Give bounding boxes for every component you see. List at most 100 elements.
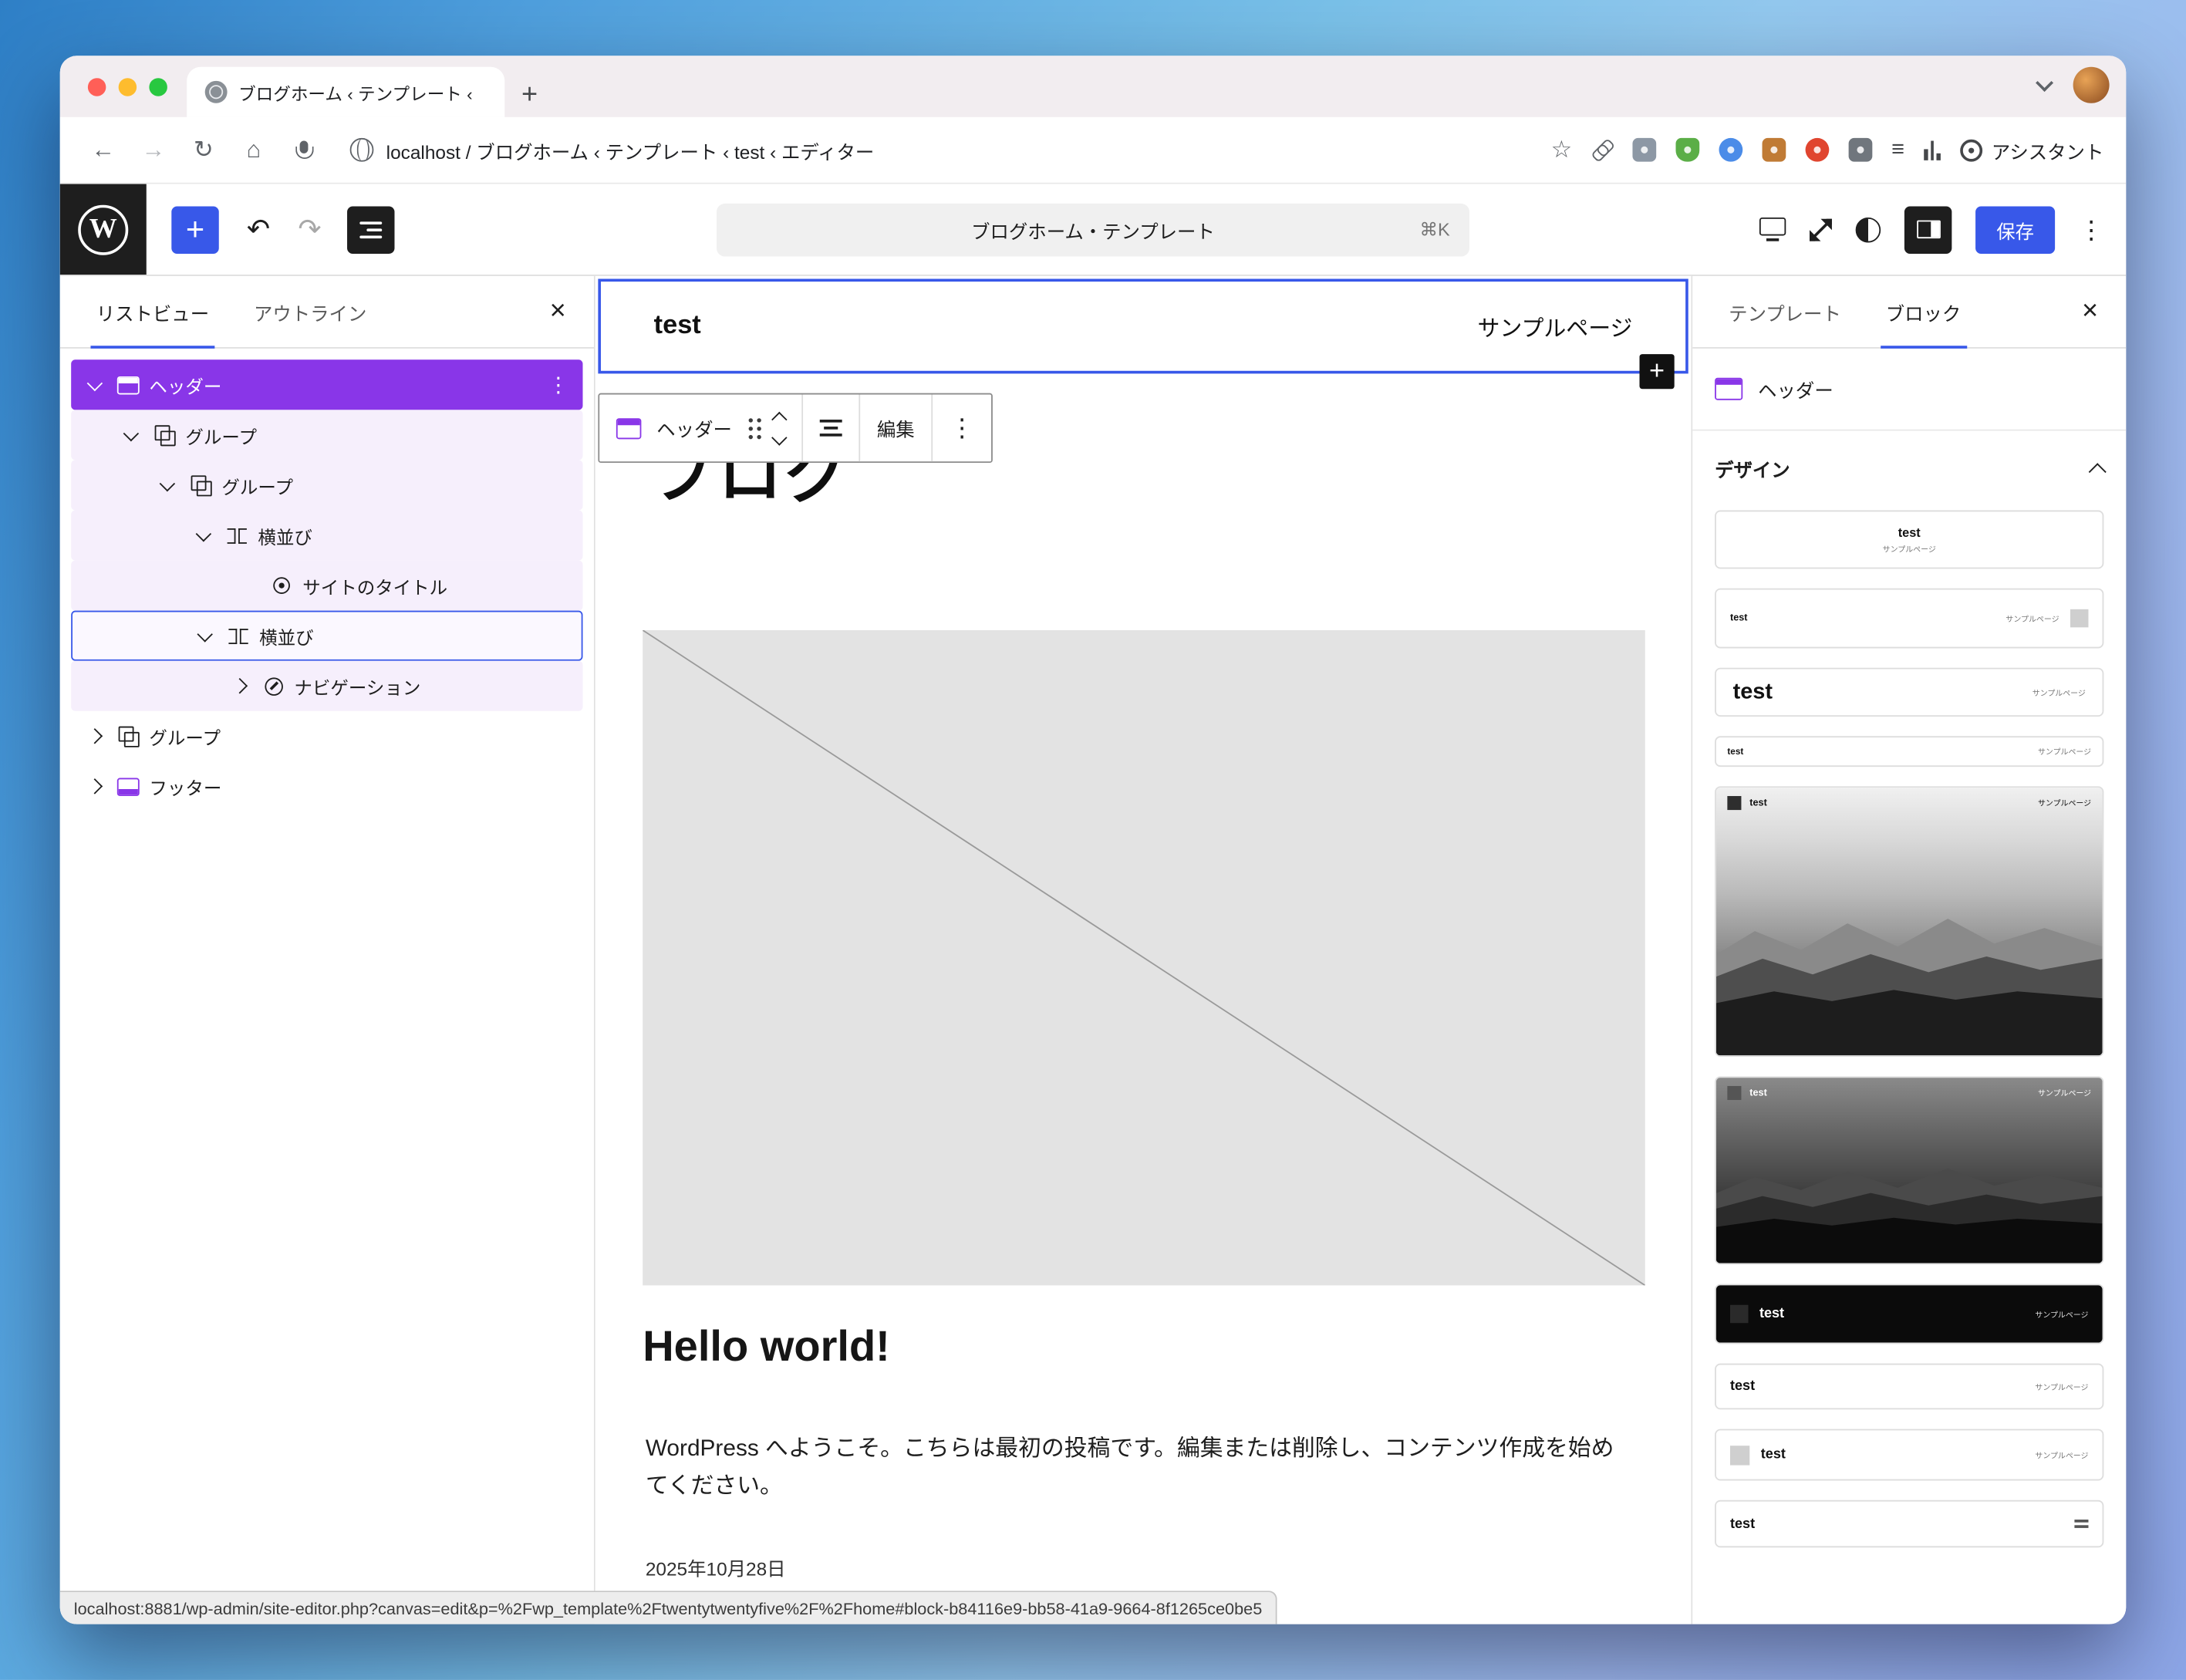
header-block-icon[interactable]: [616, 417, 642, 439]
save-button[interactable]: 保存: [1975, 205, 2056, 254]
editor-canvas: test サンプルページ + ヘッダー 編集 ⋮ ブログ Hello world…: [595, 275, 1692, 1624]
row-label: 横並び: [259, 626, 314, 648]
preview-desktop-icon[interactable]: [1759, 217, 1786, 241]
chevron-right-icon: [231, 678, 248, 694]
tree-row-navigation[interactable]: ナビゲーション: [71, 660, 583, 711]
block-options-kebab-icon[interactable]: ⋮: [950, 416, 975, 441]
profile-avatar[interactable]: [2073, 66, 2110, 103]
pattern-menu-icon[interactable]: test: [1715, 1500, 2104, 1548]
pattern-slim[interactable]: test サンプルページ: [1715, 736, 2104, 767]
tree-row-group[interactable]: グループ: [71, 460, 583, 511]
pattern-black-bar[interactable]: test サンプルページ: [1715, 1284, 2104, 1344]
close-icon[interactable]: ×: [536, 295, 580, 328]
navigation-link[interactable]: サンプルページ: [1477, 309, 1632, 342]
tree-row-row-block-selected[interactable]: 横並び: [71, 610, 583, 661]
tab-title: ブログホーム ‹ テンプレート ‹: [238, 84, 473, 104]
pattern-plain[interactable]: test サンプルページ: [1715, 1363, 2104, 1410]
row-label: ヘッダー: [149, 376, 222, 397]
tree-row-group[interactable]: グループ: [71, 410, 583, 460]
forward-button[interactable]: →: [133, 129, 174, 170]
tree-row-site-title[interactable]: サイトのタイトル: [71, 560, 583, 611]
close-icon[interactable]: ×: [2068, 295, 2112, 328]
header-block-icon: [1715, 377, 1743, 400]
pattern-large-title[interactable]: test サンプルページ: [1715, 667, 2104, 717]
toolbar-block-label[interactable]: ヘッダー: [656, 414, 732, 442]
browser-tab[interactable]: ブログホーム ‹ テンプレート ‹: [187, 66, 505, 117]
featured-image-placeholder[interactable]: [643, 630, 1645, 1285]
settings-sidebar-toggle[interactable]: [1904, 205, 1952, 254]
row-label: 横並び: [258, 526, 312, 548]
tree-row-row-block[interactable]: 横並び: [71, 510, 583, 561]
site-title-block-icon: [273, 577, 290, 594]
row-label: フッター: [149, 777, 222, 798]
design-section-header[interactable]: デザイン: [1692, 430, 2126, 499]
wordpress-logo[interactable]: W: [59, 184, 147, 275]
address-text[interactable]: localhost / ブログホーム ‹ テンプレート ‹ test ‹ エディ…: [386, 136, 875, 164]
design-section-label: デザイン: [1715, 460, 1790, 481]
address-bar[interactable]: localhost / ブログホーム ‹ テンプレート ‹ test ‹ エディ…: [349, 136, 875, 164]
bookmark-star-icon[interactable]: ☆: [1551, 138, 1573, 162]
pattern-image-dark[interactable]: test サンプルページ: [1715, 1076, 2104, 1265]
styles-contrast-icon[interactable]: [1855, 217, 1881, 242]
redo-button[interactable]: ↷: [298, 215, 321, 243]
edit-button[interactable]: 編集: [877, 414, 915, 442]
pattern-split[interactable]: test サンプルページ: [1715, 588, 2104, 649]
diagonal-line: [643, 630, 1645, 1285]
assistant-button[interactable]: アシスタント: [1959, 136, 2103, 164]
chevron-right-icon: [86, 728, 103, 744]
pattern-thumb-left[interactable]: test サンプルページ: [1715, 1429, 2104, 1481]
justify-icon[interactable]: [819, 415, 842, 440]
list-view-toggle-button[interactable]: [346, 205, 394, 254]
undo-button[interactable]: ↶: [247, 215, 270, 243]
tree-row-footer[interactable]: フッター: [71, 761, 582, 811]
browser-tab-strip: ブログホーム ‹ テンプレート ‹ +: [59, 56, 2127, 117]
window-minimize-button[interactable]: [118, 78, 137, 96]
pattern-title: test: [1727, 746, 1744, 757]
pattern-image-light[interactable]: test サンプルページ: [1715, 786, 2104, 1058]
drag-handle-icon[interactable]: [748, 417, 753, 422]
share-link-icon[interactable]: [1587, 135, 1617, 164]
home-button[interactable]: ⌂: [233, 129, 275, 170]
header-template-part-selected[interactable]: test サンプルページ +: [598, 278, 1688, 390]
tab-block[interactable]: ブロック: [1864, 276, 1983, 349]
back-button[interactable]: ←: [83, 129, 124, 170]
tree-row-header[interactable]: ヘッダー ⋮: [71, 359, 583, 410]
zoom-out-icon[interactable]: [1810, 218, 1832, 241]
block-mover[interactable]: [771, 410, 788, 445]
assistant-label: アシスタント: [1991, 141, 2104, 163]
shield-extension-icon[interactable]: [1675, 137, 1699, 162]
options-kebab-icon[interactable]: ⋮: [2079, 217, 2104, 242]
row-label: ナビゲーション: [294, 676, 421, 698]
header-block-icon: [116, 376, 140, 394]
extensions-puzzle-icon[interactable]: [1848, 137, 1872, 162]
menu-lines-icon[interactable]: ≡: [1891, 138, 1904, 161]
pattern-title: test: [1749, 1088, 1767, 1098]
tab-list-chevron-icon[interactable]: [2036, 73, 2054, 92]
block-inserter-button[interactable]: +: [171, 205, 219, 254]
document-title-button[interactable]: ブログホーム・テンプレート ⌘K: [717, 202, 1469, 256]
equalizer-icon[interactable]: [1924, 140, 1941, 160]
pattern-centered[interactable]: test サンプルページ: [1715, 510, 2104, 569]
password-extension-icon[interactable]: [1631, 137, 1656, 162]
reload-button[interactable]: ↻: [183, 129, 224, 170]
orange-extension-icon[interactable]: [1761, 137, 1786, 162]
tab-list-view[interactable]: リストビュー: [74, 276, 231, 349]
window-zoom-button[interactable]: [149, 78, 167, 96]
editor-top-bar: W + ↶ ↷ ブログホーム・テンプレート ⌘K 保存 ⋮: [59, 184, 2127, 276]
mic-icon[interactable]: [283, 129, 325, 170]
row-options-kebab-icon[interactable]: ⋮: [548, 373, 568, 397]
post-excerpt[interactable]: WordPress へようこそ。こちらは最初の投稿です。編集または削除し、コンテ…: [646, 1430, 1633, 1505]
editor-main: リストビュー アウトライン × ヘッダー ⋮ グループ グループ 横並び サイト…: [59, 275, 2127, 1624]
add-block-button[interactable]: +: [1639, 354, 1675, 390]
post-title[interactable]: Hello world!: [643, 1321, 890, 1371]
post-date[interactable]: 2025年10月28日: [646, 1553, 786, 1580]
tab-template[interactable]: テンプレート: [1706, 276, 1864, 347]
tab-outline[interactable]: アウトライン: [231, 276, 389, 347]
blue-extension-icon[interactable]: [1718, 137, 1742, 162]
tree-row-group[interactable]: グループ: [71, 711, 582, 761]
pinwheel-extension-icon[interactable]: [1805, 137, 1829, 162]
window-close-button[interactable]: [87, 78, 106, 96]
site-title-text[interactable]: test: [654, 311, 701, 342]
new-tab-button[interactable]: +: [521, 81, 538, 109]
list-view-icon: [359, 217, 382, 242]
